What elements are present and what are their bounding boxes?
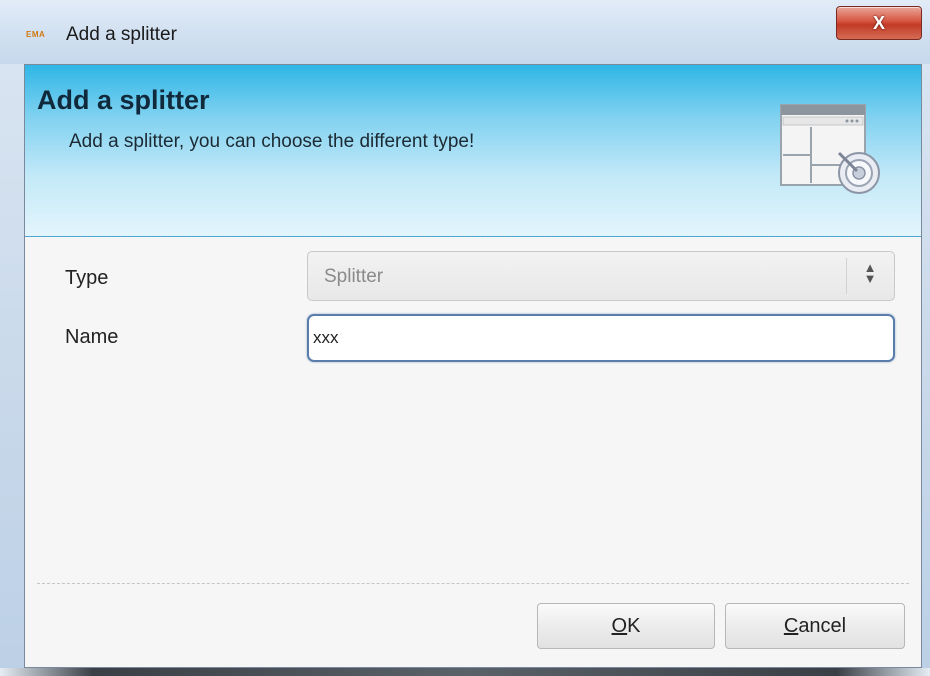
window-title: Add a splitter xyxy=(66,24,177,45)
name-label: Name xyxy=(65,326,119,348)
banner-heading: Add a splitter xyxy=(37,85,210,115)
type-select[interactable]: Splitter ▲ ▼ xyxy=(307,251,895,301)
name-input-value[interactable]: xxx xyxy=(313,328,339,348)
app-icon: EMA xyxy=(26,30,46,39)
cancel-label-rest: ancel xyxy=(798,615,847,637)
name-input[interactable]: xxx xyxy=(307,314,895,362)
close-icon: X xyxy=(872,13,885,33)
close-button[interactable]: X xyxy=(836,6,922,40)
banner-subheading: Add a splitter, you can choose the diffe… xyxy=(69,131,475,152)
header-banner: Add a splitter Add a splitter, you can c… xyxy=(25,65,921,237)
cancel-mnemonic: C xyxy=(783,615,799,637)
select-divider xyxy=(846,258,847,294)
ok-label-rest: K xyxy=(627,615,641,637)
ok-button[interactable]: OK xyxy=(537,603,715,649)
footer-separator xyxy=(37,583,909,584)
type-label: Type xyxy=(65,267,109,289)
cancel-button[interactable]: Cancel xyxy=(725,603,905,649)
type-select-value: Splitter xyxy=(324,266,384,287)
ok-mnemonic: O xyxy=(611,615,628,637)
splitter-wizard-icon xyxy=(780,104,880,194)
window-bottom-frame xyxy=(0,668,930,676)
dialog-window: EMA Add a splitter X Add a splitter Add … xyxy=(0,0,930,676)
dialog-client-area: Add a splitter Add a splitter, you can c… xyxy=(24,64,922,668)
up-down-arrows-icon[interactable]: ▲ ▼ xyxy=(856,261,884,290)
title-bar[interactable]: EMA Add a splitter X xyxy=(0,0,930,64)
